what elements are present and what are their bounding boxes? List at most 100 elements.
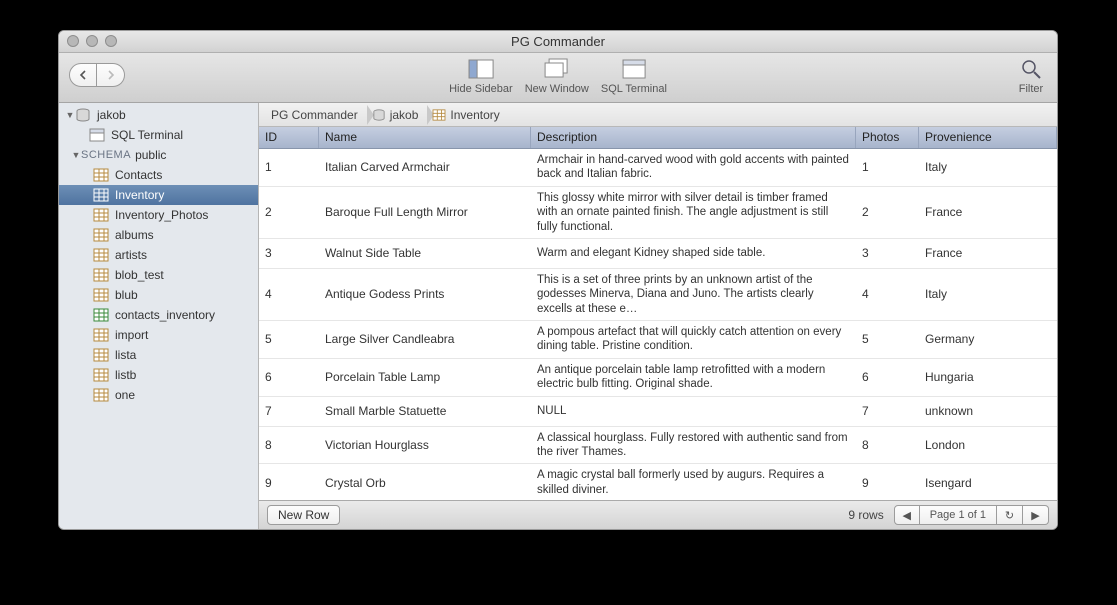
cell-description[interactable]: NULL — [531, 400, 856, 422]
column-header-description[interactable]: Description — [531, 127, 856, 148]
table-row[interactable]: 7Small Marble StatuetteNULL7unknown — [259, 397, 1057, 427]
sidebar-table-blob_test[interactable]: blob_test — [59, 265, 258, 285]
table-row[interactable]: 1Italian Carved ArmchairArmchair in hand… — [259, 149, 1057, 187]
new-row-button[interactable]: New Row — [267, 505, 340, 525]
close-button[interactable] — [67, 35, 79, 47]
page-indicator[interactable]: Page 1 of 1 — [920, 505, 997, 525]
filter-button[interactable]: Filter — [1017, 57, 1045, 95]
cell-name[interactable]: Italian Carved Armchair — [319, 157, 531, 177]
cell-photos[interactable]: 2 — [856, 202, 919, 222]
cell-name[interactable]: Large Silver Candleabra — [319, 329, 531, 349]
sidebar-table-listb[interactable]: listb — [59, 365, 258, 385]
footer: New Row 9 rows ◀ Page 1 of 1 ↻ ▶ — [259, 500, 1057, 529]
cell-description[interactable]: A magic crystal ball formerly used by au… — [531, 464, 856, 500]
sidebar-table-blub[interactable]: blub — [59, 285, 258, 305]
cell-id[interactable]: 1 — [259, 157, 319, 177]
table-row[interactable]: 2Baroque Full Length MirrorThis glossy w… — [259, 187, 1057, 239]
sidebar-table-artists[interactable]: artists — [59, 245, 258, 265]
sidebar-table-inventory_photos[interactable]: Inventory_Photos — [59, 205, 258, 225]
cell-name[interactable]: Victorian Hourglass — [319, 435, 531, 455]
cell-id[interactable]: 9 — [259, 473, 319, 493]
cell-name[interactable]: Walnut Side Table — [319, 243, 531, 263]
cell-provenience[interactable]: Isengard — [919, 473, 1057, 493]
cell-photos[interactable]: 8 — [856, 435, 919, 455]
cell-id[interactable]: 4 — [259, 284, 319, 304]
cell-description[interactable]: An antique porcelain table lamp retrofit… — [531, 359, 856, 396]
sidebar-table-import[interactable]: import — [59, 325, 258, 345]
cell-provenience[interactable]: London — [919, 435, 1057, 455]
cell-description[interactable]: Warm and elegant Kidney shaped side tabl… — [531, 242, 856, 264]
cell-name[interactable]: Porcelain Table Lamp — [319, 367, 531, 387]
cell-provenience[interactable]: Italy — [919, 157, 1057, 177]
cell-description[interactable]: A pompous artefact that will quickly cat… — [531, 321, 856, 358]
cell-id[interactable]: 2 — [259, 202, 319, 222]
cell-description[interactable]: This is a set of three prints by an unkn… — [531, 269, 856, 320]
reload-button[interactable]: ↻ — [997, 505, 1023, 525]
cell-photos[interactable]: 5 — [856, 329, 919, 349]
minimize-button[interactable] — [86, 35, 98, 47]
titlebar[interactable]: PG Commander — [59, 31, 1057, 53]
sidebar-table-label: albums — [115, 228, 154, 242]
sidebar-table-one[interactable]: one — [59, 385, 258, 405]
sidebar-schema[interactable]: ▼ SCHEMA public — [59, 145, 258, 165]
cell-photos[interactable]: 4 — [856, 284, 919, 304]
cell-id[interactable]: 7 — [259, 401, 319, 421]
sidebar-sql-terminal[interactable]: SQL Terminal — [59, 125, 258, 145]
disclosure-triangle-icon[interactable]: ▼ — [65, 110, 75, 120]
forward-button[interactable] — [97, 63, 125, 87]
cell-name[interactable]: Small Marble Statuette — [319, 401, 531, 421]
sidebar-table-albums[interactable]: albums — [59, 225, 258, 245]
sidebar-database[interactable]: ▼ jakob — [59, 105, 258, 125]
column-header-provenience[interactable]: Provenience — [919, 127, 1057, 148]
table-row[interactable]: 5Large Silver CandleabraA pompous artefa… — [259, 321, 1057, 359]
sidebar-table-contacts[interactable]: Contacts — [59, 165, 258, 185]
new-window-label: New Window — [525, 83, 589, 95]
sidebar-table-label: contacts_inventory — [115, 308, 215, 322]
cell-provenience[interactable]: Hungaria — [919, 367, 1057, 387]
next-page-button[interactable]: ▶ — [1023, 505, 1049, 525]
table-row[interactable]: 3Walnut Side TableWarm and elegant Kidne… — [259, 239, 1057, 269]
breadcrumb-item-db[interactable]: jakob — [368, 103, 429, 126]
table-row[interactable]: 4Antique Godess PrintsThis is a set of t… — [259, 269, 1057, 321]
cell-id[interactable]: 8 — [259, 435, 319, 455]
sql-terminal-button[interactable]: SQL Terminal — [601, 57, 667, 95]
cell-photos[interactable]: 6 — [856, 367, 919, 387]
cell-provenience[interactable]: Germany — [919, 329, 1057, 349]
column-header-photos[interactable]: Photos — [856, 127, 919, 148]
cell-description[interactable]: Armchair in hand-carved wood with gold a… — [531, 149, 856, 186]
cell-description[interactable]: This glossy white mirror with silver det… — [531, 187, 856, 238]
sidebar-table-label: artists — [115, 248, 147, 262]
cell-name[interactable]: Crystal Orb — [319, 473, 531, 493]
breadcrumb-item-root[interactable]: PG Commander — [267, 103, 368, 126]
new-window-button[interactable]: New Window — [525, 57, 589, 95]
disclosure-triangle-icon[interactable]: ▼ — [71, 150, 81, 160]
sidebar-table-inventory[interactable]: Inventory — [59, 185, 258, 205]
cell-photos[interactable]: 7 — [856, 401, 919, 421]
cell-id[interactable]: 3 — [259, 243, 319, 263]
cell-provenience[interactable]: France — [919, 202, 1057, 222]
cell-provenience[interactable]: unknown — [919, 401, 1057, 421]
sidebar-table-contacts_inventory[interactable]: contacts_inventory — [59, 305, 258, 325]
cell-provenience[interactable]: France — [919, 243, 1057, 263]
back-button[interactable] — [69, 63, 97, 87]
cell-description[interactable]: A classical hourglass. Fully restored wi… — [531, 427, 856, 464]
table-icon — [93, 188, 109, 202]
cell-photos[interactable]: 3 — [856, 243, 919, 263]
cell-photos[interactable]: 9 — [856, 473, 919, 493]
cell-name[interactable]: Baroque Full Length Mirror — [319, 202, 531, 222]
table-row[interactable]: 6Porcelain Table LampAn antique porcelai… — [259, 359, 1057, 397]
cell-id[interactable]: 5 — [259, 329, 319, 349]
prev-page-button[interactable]: ◀ — [894, 505, 920, 525]
column-header-name[interactable]: Name — [319, 127, 531, 148]
table-row[interactable]: 8Victorian HourglassA classical hourglas… — [259, 427, 1057, 465]
table-row[interactable]: 9Crystal OrbA magic crystal ball formerl… — [259, 464, 1057, 500]
cell-name[interactable]: Antique Godess Prints — [319, 284, 531, 304]
cell-id[interactable]: 6 — [259, 367, 319, 387]
column-header-id[interactable]: ID — [259, 127, 319, 148]
cell-provenience[interactable]: Italy — [919, 284, 1057, 304]
breadcrumb-item-table[interactable]: Inventory — [428, 103, 509, 126]
cell-photos[interactable]: 1 — [856, 157, 919, 177]
sidebar-table-lista[interactable]: lista — [59, 345, 258, 365]
hide-sidebar-button[interactable]: Hide Sidebar — [449, 57, 513, 95]
zoom-button[interactable] — [105, 35, 117, 47]
